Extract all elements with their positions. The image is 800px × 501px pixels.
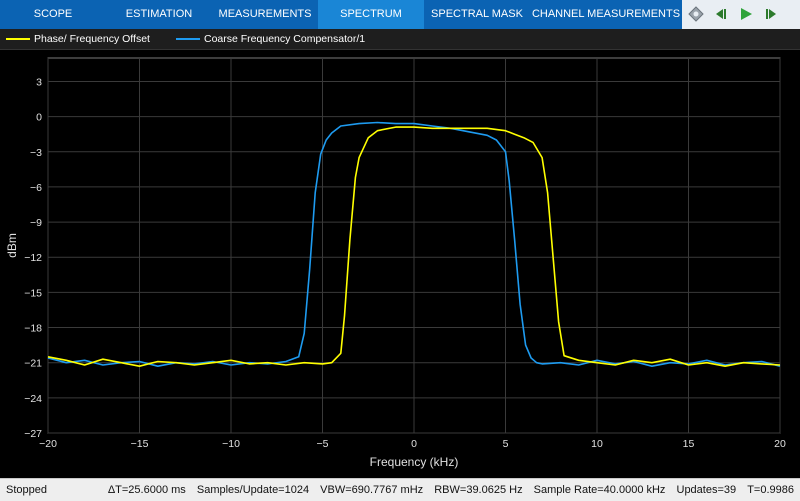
run-icon [741, 8, 752, 20]
x-tick-label: 5 [503, 438, 509, 450]
legend-swatch [176, 38, 200, 41]
y-tick-label: −18 [24, 323, 42, 335]
y-tick-label: −24 [24, 393, 42, 405]
y-tick-label: −21 [24, 358, 42, 370]
step-forward-button[interactable] [762, 4, 782, 24]
legend-label: Phase/ Frequency Offset [34, 33, 150, 45]
x-tick-label: 20 [774, 438, 786, 450]
toolstrip: SCOPE ESTIMATION MEASUREMENTS SPECTRUM S… [0, 0, 800, 29]
legend-item-blue[interactable]: Coarse Frequency Compensator/1 [176, 29, 365, 49]
tab-estimation[interactable]: ESTIMATION [106, 0, 212, 29]
legend: Phase/ Frequency Offset Coarse Frequency… [0, 29, 800, 50]
y-tick-label: 0 [36, 112, 42, 124]
tab-spectrum[interactable]: SPECTRUM [318, 0, 424, 29]
run-button[interactable] [736, 4, 756, 24]
y-tick-label: −3 [30, 147, 42, 159]
y-tick-label: −15 [24, 287, 42, 299]
status-state: Stopped [6, 484, 47, 496]
legend-item-yellow[interactable]: Phase/ Frequency Offset [6, 29, 150, 49]
tab-measurements[interactable]: MEASUREMENTS [212, 0, 318, 29]
step-back-icon [716, 9, 726, 19]
x-tick-label: 0 [411, 438, 417, 450]
status-samples-update: Samples/Update=1024 [196, 484, 310, 496]
step-back-button[interactable] [710, 4, 730, 24]
y-axis-label: dBm [5, 233, 19, 258]
status-updates: Updates=39 [676, 484, 737, 496]
x-tick-label: −5 [317, 438, 329, 450]
status-sample-rate: Sample Rate=40.0000 kHz [533, 484, 666, 496]
settings-button[interactable] [686, 4, 706, 24]
legend-label: Coarse Frequency Compensator/1 [204, 33, 366, 45]
y-tick-label: −12 [24, 252, 42, 264]
x-tick-label: −10 [222, 438, 240, 450]
tab-spectral-mask[interactable]: SPECTRAL MASK [424, 0, 530, 29]
settings-icon [688, 6, 704, 22]
tab-scope[interactable]: SCOPE [0, 0, 106, 29]
tab-channel-measurements[interactable]: CHANNEL MEASUREMENTS [530, 0, 682, 29]
status-t: T=0.9986 [747, 484, 794, 496]
simulation-controls [682, 0, 800, 29]
y-tick-label: −6 [30, 182, 42, 194]
status-delta-t: ΔT=25.6000 ms [107, 484, 186, 496]
status-info: ΔT=25.6000 ms Samples/Update=1024 VBW=69… [100, 479, 794, 501]
x-tick-label: 15 [683, 438, 695, 450]
x-axis-label: Frequency (kHz) [370, 455, 459, 469]
y-tick-label: 3 [36, 76, 42, 88]
y-tick-label: −27 [24, 428, 42, 440]
spectrum-plot[interactable]: −20 −15 −10 −5 0 5 10 15 2030−3−6−9−12−15−18−21−… [0, 50, 800, 478]
x-tick-label: 10 [591, 438, 603, 450]
status-rbw: RBW=39.0625 Hz [434, 484, 523, 496]
legend-swatch [6, 38, 30, 41]
y-tick-label: −9 [30, 217, 42, 229]
x-tick-label: −15 [131, 438, 149, 450]
step-forward-icon [766, 9, 776, 19]
status-vbw: VBW=690.7767 mHz [320, 484, 424, 496]
status-bar: Stopped ΔT=25.6000 ms Samples/Update=102… [0, 478, 800, 501]
plot-background [0, 50, 800, 478]
